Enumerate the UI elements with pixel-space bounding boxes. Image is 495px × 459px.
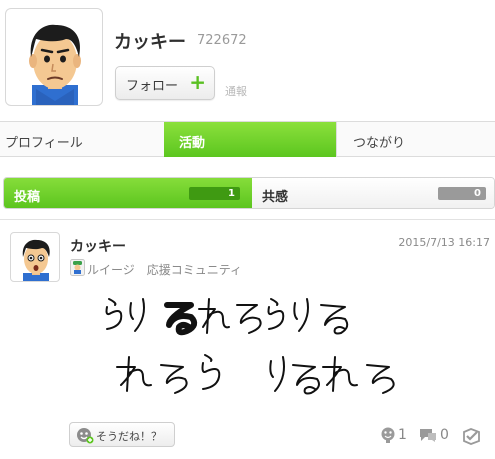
posts-count-badge: 1 bbox=[189, 187, 240, 200]
profile-user-id: 722672 bbox=[197, 33, 247, 48]
follow-label: フォロー bbox=[126, 79, 179, 94]
follow-button[interactable]: フォロー + bbox=[115, 66, 215, 100]
tab-profile[interactable]: プロフィール bbox=[0, 122, 164, 157]
post-author-avatar[interactable] bbox=[10, 232, 60, 282]
comment-count: 0 bbox=[440, 427, 449, 443]
divider bbox=[0, 219, 495, 220]
subtab-empathy-label: 共感 bbox=[262, 190, 289, 205]
subtab-posts-label: 投稿 bbox=[14, 190, 41, 205]
yeah-icon bbox=[77, 428, 94, 444]
post-community[interactable]: ルイージ 応援コミュニティ bbox=[87, 261, 242, 278]
post-timestamp[interactable]: 2015/7/13 16:17 bbox=[398, 236, 490, 249]
tab-activity-label: 活動 bbox=[179, 136, 206, 151]
profile-avatar bbox=[5, 8, 103, 106]
tab-connections[interactable]: つながり bbox=[336, 122, 495, 157]
yeah-label: そうだね！？ bbox=[96, 430, 162, 443]
post-stats: 1 0 bbox=[380, 425, 490, 445]
community-icon bbox=[70, 259, 85, 276]
mii-face-icon bbox=[29, 24, 81, 105]
yeah-button[interactable]: そうだね！？ bbox=[69, 422, 175, 447]
tab-activity[interactable]: 活動 bbox=[164, 122, 336, 157]
profile-tabs: プロフィール 活動 つながり bbox=[0, 121, 495, 157]
mii-surprised-face-icon bbox=[22, 239, 50, 281]
subtab-empathy[interactable]: 共感 0 bbox=[252, 178, 494, 208]
empathy-count-badge: 0 bbox=[438, 187, 486, 200]
post-author-name[interactable]: カッキー bbox=[70, 236, 126, 256]
handwritten-drawing bbox=[105, 298, 395, 395]
activity-subtabs: 投稿 1 共感 0 bbox=[3, 177, 495, 209]
spoiler-check-icon bbox=[463, 428, 480, 445]
plus-icon: + bbox=[189, 70, 206, 94]
report-link[interactable]: 通報 bbox=[225, 83, 247, 99]
tab-profile-label: プロフィール bbox=[5, 136, 83, 151]
yeah-count-icon bbox=[381, 427, 395, 443]
yeah-count: 1 bbox=[398, 427, 407, 443]
subtab-posts[interactable]: 投稿 1 bbox=[4, 178, 252, 208]
tab-connections-label: つながり bbox=[353, 136, 406, 151]
comment-icon bbox=[420, 429, 436, 442]
profile-name: カッキー bbox=[114, 32, 186, 53]
